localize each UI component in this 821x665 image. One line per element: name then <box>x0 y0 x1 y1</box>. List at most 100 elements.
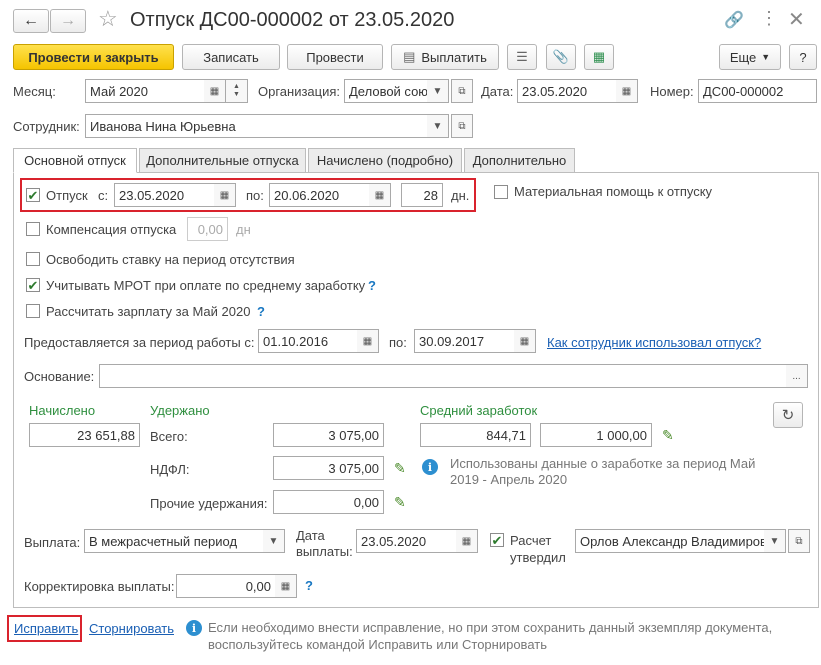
post-and-close-button[interactable]: Провести и закрыть <box>13 44 174 70</box>
payment-date-label: Дата выплаты: <box>296 528 353 559</box>
report-icon[interactable]: ☰ <box>507 44 537 70</box>
ndfl-label: НДФЛ: <box>150 462 190 477</box>
vacation-from-field[interactable]: 23.05.2020 <box>114 183 215 207</box>
month-spinner[interactable]: ▲ ▼ <box>226 79 248 103</box>
pay-button[interactable]: ▤ Выплатить <box>391 44 499 70</box>
period-from-calendar-icon[interactable]: ▦ <box>357 329 379 353</box>
vacation-days-unit: дн. <box>451 188 470 203</box>
basis-select-button[interactable]: ... <box>786 364 808 388</box>
pay-label: Выплатить <box>421 49 487 65</box>
calendar-icon[interactable]: ▦ <box>204 79 226 103</box>
payment-type-field[interactable]: В межрасчетный период <box>84 529 264 553</box>
correction-help-icon[interactable]: ? <box>305 578 313 593</box>
fix-link[interactable]: Исправить <box>14 621 78 636</box>
reverse-link[interactable]: Сторнировать <box>89 621 174 636</box>
tab-accrued-details[interactable]: Начислено (подробно) <box>308 148 462 173</box>
vacation-to-calendar-icon[interactable]: ▦ <box>369 183 391 207</box>
accrued-label: Начислено <box>29 403 96 418</box>
forward-button[interactable]: → <box>50 9 86 33</box>
compensation-days-unit: дн <box>236 222 251 237</box>
period-from-field[interactable]: 01.10.2016 <box>258 329 358 353</box>
back-button[interactable]: ← <box>13 9 49 33</box>
number-field[interactable]: ДС00-000002 <box>698 79 817 103</box>
more-menu-icon[interactable]: ⋮ <box>760 8 778 29</box>
period-label: Предоставляется за период работы с: <box>24 335 255 350</box>
correction-calculator-icon[interactable]: ▦ <box>275 574 297 598</box>
payment-date-calendar-icon[interactable]: ▦ <box>456 529 478 553</box>
approved-by-open-icon[interactable]: ⧉ <box>788 529 810 553</box>
structure-icon[interactable]: ▦ <box>584 44 614 70</box>
period-to-calendar-icon[interactable]: ▦ <box>514 329 536 353</box>
period-to-field[interactable]: 30.09.2017 <box>414 329 515 353</box>
payment-date-field[interactable]: 23.05.2020 <box>356 529 457 553</box>
other-edit-icon[interactable]: ✎ <box>394 494 406 511</box>
date-label: Дата: <box>481 84 514 99</box>
material-help-label: Материальная помощь к отпуску <box>514 184 713 199</box>
date-calendar-icon[interactable]: ▦ <box>616 79 638 103</box>
employee-field[interactable]: Иванова Нина Юрьевна <box>85 114 428 138</box>
ndfl-edit-icon[interactable]: ✎ <box>394 460 406 477</box>
approved-label: Расчет утвердил <box>510 533 566 565</box>
vacation-from-calendar-icon[interactable]: ▦ <box>214 183 236 207</box>
vacation-usage-link[interactable]: Как сотрудник использовал отпуск? <box>547 335 761 350</box>
basis-label: Основание: <box>24 369 95 384</box>
employee-dropdown-icon[interactable]: ▼ <box>427 114 449 138</box>
vacation-from-label: с: <box>98 188 109 203</box>
help-button[interactable]: ? <box>789 44 817 70</box>
basis-field[interactable] <box>99 364 787 388</box>
earnings-info-text: Использованы данные о заработке за перио… <box>450 456 756 487</box>
withheld-label: Удержано <box>150 403 210 418</box>
org-field[interactable]: Деловой сою <box>344 79 428 103</box>
close-icon[interactable]: ✕ <box>788 7 805 32</box>
mrot-help-icon[interactable]: ? <box>368 278 376 293</box>
month-field[interactable]: Май 2020 <box>85 79 205 103</box>
approved-checkbox[interactable]: ✔ <box>490 533 504 547</box>
avg-earnings-field-2: 1 000,00 <box>540 423 652 447</box>
avg-edit-icon[interactable]: ✎ <box>662 427 674 444</box>
save-button[interactable]: Записать <box>182 44 280 70</box>
total-label: Всего: <box>150 429 188 444</box>
link-icon[interactable]: 🔗 <box>724 10 744 30</box>
org-open-icon[interactable]: ⧉ <box>451 79 473 103</box>
tab-main-vacation[interactable]: Основной отпуск <box>13 148 137 173</box>
number-label: Номер: <box>650 84 694 99</box>
org-dropdown-icon[interactable]: ▼ <box>427 79 449 103</box>
post-button[interactable]: Провести <box>287 44 383 70</box>
correction-label: Корректировка выплаты: <box>24 579 175 594</box>
tab-additional[interactable]: Дополнительно <box>464 148 575 173</box>
vacation-to-label: по: <box>246 188 264 203</box>
window-title: Отпуск ДС00-000002 от 23.05.2020 <box>130 9 455 31</box>
free-rate-checkbox[interactable] <box>26 252 40 266</box>
mrot-checkbox[interactable]: ✔ <box>26 278 40 292</box>
payment-label: Выплата: <box>24 535 81 550</box>
accrued-field: 23 651,88 <box>29 423 140 447</box>
compensation-checkbox[interactable] <box>26 222 40 236</box>
employee-label: Сотрудник: <box>13 119 80 134</box>
tab-additional-vacations[interactable]: Дополнительные отпуска <box>139 148 306 173</box>
period-to-label: по: <box>389 335 407 350</box>
approved-by-field[interactable]: Орлов Александр Владимирович <box>575 529 765 553</box>
approved-by-dropdown-icon[interactable]: ▼ <box>764 529 786 553</box>
calc-salary-help-icon[interactable]: ? <box>257 304 265 319</box>
payment-type-dropdown-icon[interactable]: ▼ <box>263 529 285 553</box>
other-field: 0,00 <box>273 490 384 514</box>
avg-earnings-field-1: 844,71 <box>420 423 531 447</box>
refresh-button[interactable]: ↻ <box>773 402 803 428</box>
date-field[interactable]: 23.05.2020 <box>517 79 617 103</box>
more-button[interactable]: Еще ▼ <box>719 44 781 70</box>
calc-salary-checkbox[interactable] <box>26 304 40 318</box>
vacation-days-field[interactable]: 28 <box>401 183 443 207</box>
footer-info-icon: i <box>186 620 202 636</box>
employee-open-icon[interactable]: ⧉ <box>451 114 473 138</box>
attach-icon[interactable]: 📎 <box>546 44 576 70</box>
correction-field[interactable]: 0,00 <box>176 574 276 598</box>
avg-earnings-label: Средний заработок <box>420 403 538 418</box>
favorite-star-icon[interactable]: ☆ <box>98 6 118 32</box>
other-label: Прочие удержания: <box>150 496 268 511</box>
org-label: Организация: <box>258 84 341 99</box>
material-help-checkbox[interactable] <box>494 185 508 199</box>
vacation-to-field[interactable]: 20.06.2020 <box>269 183 370 207</box>
vacation-checkbox[interactable]: ✔ <box>26 188 40 202</box>
compensation-days-field[interactable]: 0,00 <box>187 217 228 241</box>
ndfl-field: 3 075,00 <box>273 456 384 480</box>
